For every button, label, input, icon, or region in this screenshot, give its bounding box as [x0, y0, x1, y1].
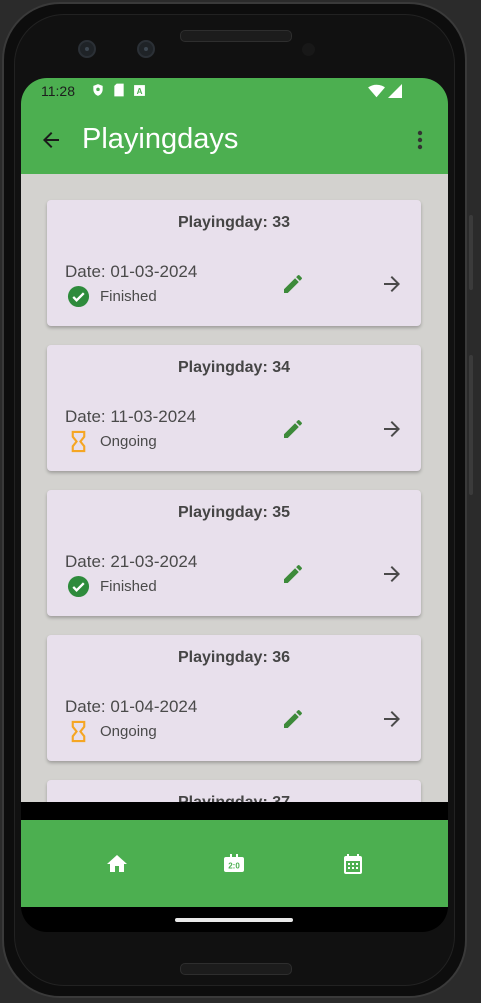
status-time: 11:28	[41, 83, 75, 99]
playingday-title: Playingday: 35	[177, 504, 291, 521]
wifi-icon	[368, 84, 385, 98]
proximity-sensor	[302, 43, 315, 56]
arrow-forward-icon[interactable]	[380, 417, 404, 441]
more-vert-icon[interactable]	[414, 128, 426, 152]
playingday-list[interactable]: Playingday: 33 Date: 01-03-2024 Finished…	[21, 174, 448, 802]
device-screen: 11:28 A Playingdays Playingday: 33 Date:…	[21, 78, 448, 932]
playingday-date: Date: 01-04-2024	[65, 697, 198, 716]
app-bar: Playingdays	[21, 104, 448, 174]
edit-icon[interactable]	[281, 562, 305, 586]
playingday-title: Playingday: 34	[177, 359, 291, 376]
status-label: Finished	[100, 578, 157, 595]
status-bar: 11:28 A	[21, 78, 448, 104]
status-label: Ongoing	[100, 723, 157, 740]
edit-icon[interactable]	[281, 707, 305, 731]
home-icon[interactable]	[105, 852, 129, 876]
playingday-date: Date: 11-03-2024	[65, 407, 197, 426]
arrow-back-icon[interactable]	[39, 128, 63, 152]
page-title: Playingdays	[82, 123, 239, 155]
arrow-forward-icon[interactable]	[380, 562, 404, 586]
a-icon: A	[134, 84, 145, 96]
sd-card-icon	[114, 83, 124, 97]
playingday-status: Ongoing	[67, 720, 157, 743]
playingday-card[interactable]: Playingday: 34 Date: 11-03-2024 Ongoing	[47, 345, 421, 471]
power-button[interactable]	[469, 355, 473, 495]
arrow-forward-icon[interactable]	[380, 272, 404, 296]
playingday-card[interactable]: Playingday: 35 Date: 21-03-2024 Finished	[47, 490, 421, 616]
shield-icon	[93, 84, 103, 96]
arrow-forward-icon[interactable]	[380, 707, 404, 731]
playingday-card[interactable]: Playingday: 33 Date: 01-03-2024 Finished	[47, 200, 421, 326]
svg-text:A: A	[137, 86, 143, 95]
volume-button[interactable]	[469, 215, 473, 290]
status-label: Ongoing	[100, 433, 157, 450]
front-camera-icon	[137, 40, 155, 58]
front-camera-icon	[78, 40, 96, 58]
scoreboard-icon[interactable]: 2:0	[222, 852, 246, 876]
svg-text:2:0: 2:0	[228, 862, 240, 871]
playingday-title: Playingday: 37	[47, 794, 421, 802]
check-circle-icon	[67, 575, 90, 598]
playingday-card[interactable]: Playingday: 36 Date: 01-04-2024 Ongoing	[47, 635, 421, 761]
playingday-status: Ongoing	[67, 430, 157, 453]
signal-icon	[388, 84, 402, 98]
playingday-status: Finished	[67, 285, 157, 308]
playingday-date: Date: 21-03-2024	[65, 552, 198, 571]
playingday-card[interactable]: Playingday: 37	[47, 780, 421, 802]
calendar-icon[interactable]	[341, 852, 365, 876]
earpiece-speaker	[180, 30, 292, 42]
hourglass-icon	[71, 720, 86, 743]
playingday-title: Playingday: 36	[177, 649, 291, 666]
edit-icon[interactable]	[281, 272, 305, 296]
bottom-navigation: 2:0	[21, 820, 448, 907]
playingday-title: Playingday: 33	[177, 214, 291, 231]
playingday-status: Finished	[67, 575, 157, 598]
bottom-speaker	[180, 963, 292, 975]
playingday-date: Date: 01-03-2024	[65, 262, 198, 281]
check-circle-icon	[67, 285, 90, 308]
edit-icon[interactable]	[281, 417, 305, 441]
status-label: Finished	[100, 288, 157, 305]
hourglass-icon	[71, 430, 86, 453]
gesture-handle[interactable]	[175, 918, 293, 922]
